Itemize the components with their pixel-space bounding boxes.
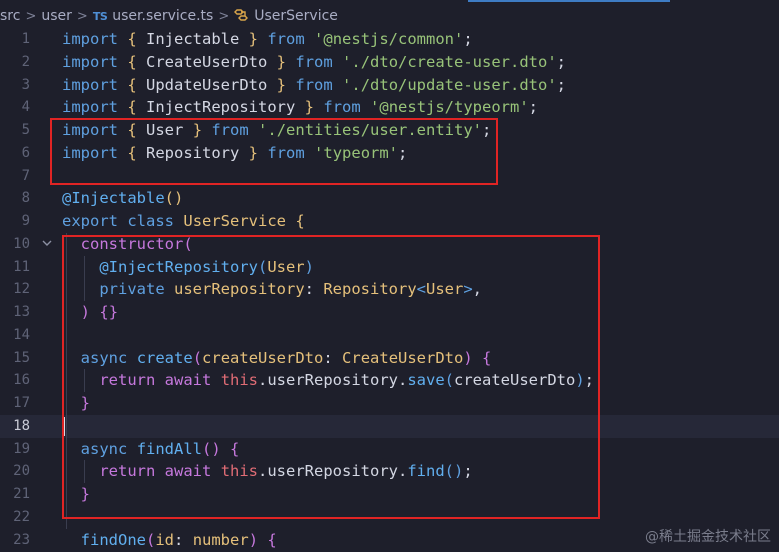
line-number: 13 <box>13 304 30 320</box>
line-number: 12 <box>13 281 30 298</box>
line-number: 5 <box>21 122 30 138</box>
typescript-file-icon: TS <box>92 9 108 23</box>
highlight-box-methods <box>62 235 600 519</box>
code-text: import { UpdateUserDto } from './dto/upd… <box>62 75 567 94</box>
code-line[interactable]: 4 import { InjectRepository } from '@nest… <box>0 96 779 119</box>
line-number: 16 <box>13 372 30 389</box>
line-number: 18 <box>13 417 30 434</box>
breadcrumb-item-symbol[interactable]: UserService <box>254 8 338 24</box>
line-number: 23 <box>13 531 30 548</box>
code-line[interactable]: 3 import { UpdateUserDto } from './dto/up… <box>0 74 779 97</box>
line-number: 14 <box>13 326 30 343</box>
highlight-box-imports <box>50 118 498 185</box>
code-text: export class UserService { <box>62 212 305 230</box>
breadcrumb-item-src[interactable]: src <box>0 8 20 24</box>
code-line[interactable]: 8 @Injectable() <box>0 187 779 210</box>
line-number: 9 <box>21 213 30 229</box>
line-number: 19 <box>13 440 30 457</box>
code-line[interactable]: 1 import { Injectable } from '@nestjs/com… <box>0 28 779 51</box>
watermark: @稀土掘金技术社区 <box>645 529 771 545</box>
line-number: 3 <box>21 76 30 93</box>
line-number: 6 <box>21 144 30 161</box>
chevron-right-icon: > <box>218 8 230 24</box>
chevron-right-icon: > <box>76 8 88 24</box>
line-number: 8 <box>21 190 30 207</box>
code-text: findOne(id: number) { <box>80 530 277 549</box>
code-line[interactable]: 9 export class UserService { <box>0 210 779 233</box>
line-number: 17 <box>13 395 30 411</box>
chevron-right-icon: > <box>25 8 37 24</box>
line-number: 4 <box>21 99 30 116</box>
code-text: import { Injectable } from '@nestjs/comm… <box>62 30 473 48</box>
breadcrumb-item-user[interactable]: user <box>41 8 72 24</box>
line-number: 11 <box>13 258 30 275</box>
active-tab-accent <box>468 0 670 2</box>
line-number: 21 <box>13 486 30 502</box>
class-symbol-icon <box>234 8 249 24</box>
breadcrumb-item-file[interactable]: user.service.ts <box>112 8 213 24</box>
line-number: 7 <box>21 167 30 184</box>
code-line[interactable]: 2 import { CreateUserDto } from './dto/cr… <box>0 51 779 74</box>
fold-chevron-icon[interactable] <box>40 233 54 256</box>
line-number: 1 <box>21 31 30 47</box>
line-number: 2 <box>21 53 30 70</box>
line-number: 20 <box>13 463 30 480</box>
line-number: 10 <box>13 235 30 252</box>
code-text: @Injectable() <box>62 189 184 208</box>
code-text: import { InjectRepository } from '@nestj… <box>62 98 539 117</box>
code-text: import { CreateUserDto } from './dto/cre… <box>62 52 567 71</box>
line-number: 22 <box>13 508 30 525</box>
line-number: 15 <box>13 349 30 366</box>
